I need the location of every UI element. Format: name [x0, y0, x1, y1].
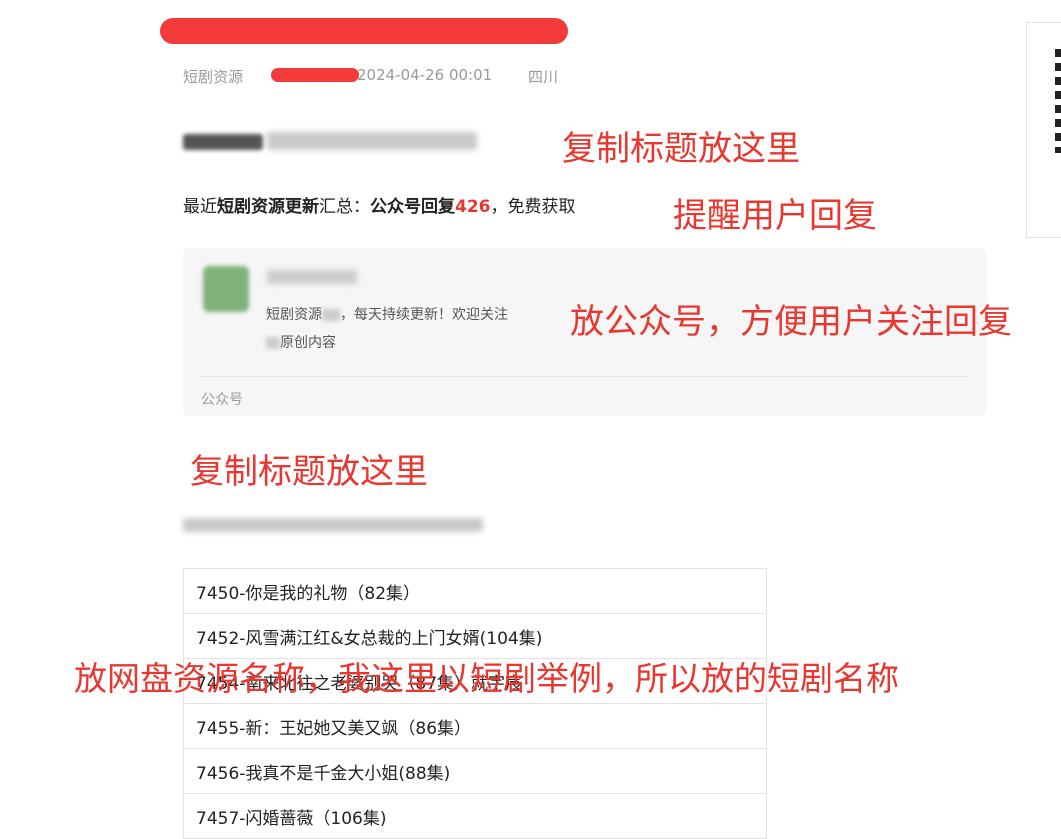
list-item[interactable]: 7455-新：王妃她又美又飒（86集）	[183, 703, 767, 749]
account-description: 短剧资源	[266, 307, 322, 323]
account-description-2: 原创内容	[280, 335, 336, 351]
resource-list: 7450-你是我的礼物（82集） 7452-风雪满江红&女总裁的上门女婿(104…	[183, 568, 767, 839]
article-subtitle-blurred	[183, 128, 493, 154]
meta-date: 2024-04-26 00:01	[357, 66, 493, 84]
side-panel[interactable]	[1026, 22, 1061, 238]
annotation-put-account: 放公众号，方便用户关注回复	[570, 302, 1012, 342]
list-item[interactable]: 7450-你是我的礼物（82集）	[183, 568, 767, 614]
annotation-copy-title-1: 复制标题放这里	[562, 129, 800, 169]
account-avatar-icon	[203, 266, 249, 312]
annotation-copy-title-2: 复制标题放这里	[190, 452, 428, 492]
meta-region: 四川	[528, 68, 559, 86]
annotation-remind-reply: 提醒用户回复	[673, 196, 877, 236]
card-footer-label: 公众号	[201, 392, 243, 408]
article-intro: 最近短剧资源更新汇总：公众号回复426，免费获取	[183, 197, 576, 217]
article-title-redacted	[160, 14, 570, 48]
list-item[interactable]: 7456-我真不是千金大小姐(88集)	[183, 748, 767, 794]
meta-category[interactable]: 短剧资源	[183, 66, 243, 87]
card-divider	[201, 376, 969, 377]
meta-author-redacted	[271, 68, 359, 82]
account-name-blurred	[267, 270, 357, 284]
annotation-resource-name: 放网盘资源名称，我这里以短剧举例，所以放的短剧名称	[74, 659, 899, 698]
reply-keyword-number: 426	[455, 197, 491, 217]
qr-code-icon	[1055, 49, 1061, 153]
list-heading-blurred	[183, 512, 493, 536]
list-item[interactable]: 7457-闪婚蔷薇（106集)	[183, 793, 767, 839]
article-meta: 短剧资源 2024-04-26 00:01 四川	[183, 66, 603, 86]
